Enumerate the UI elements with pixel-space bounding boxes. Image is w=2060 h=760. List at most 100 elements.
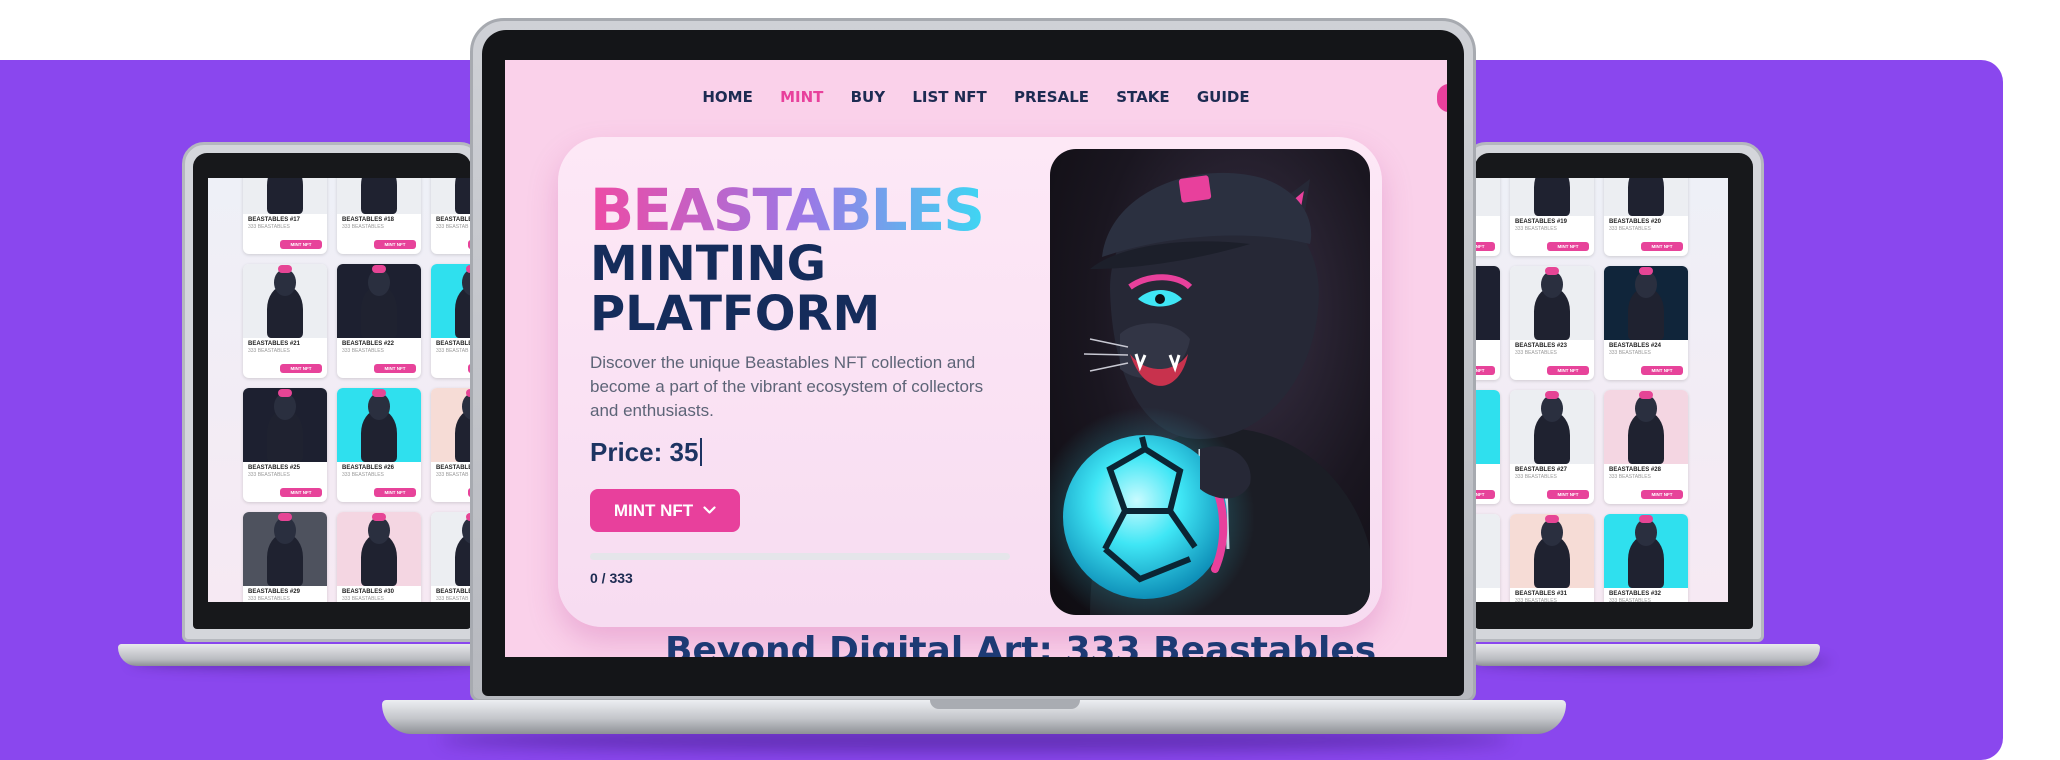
nft-card[interactable]: BEASTABLES #23 333 BEASTABLES MINT NFT [1510, 266, 1594, 380]
nft-card[interactable]: BEASTABLES #27 333 BEASTABLES MINT NFT [1510, 390, 1594, 504]
nft-card-title: BEASTABLES #22 [342, 341, 394, 347]
nft-card[interactable]: BEASTABLES #30333 BEASTABLESMINT NFT [337, 512, 421, 602]
nft-thumbnail [337, 264, 421, 338]
mint-nft-button[interactable]: MINT NFT [590, 489, 740, 532]
nft-card-mint-button[interactable]: MINT NFT [1641, 242, 1683, 251]
text-caret [700, 438, 703, 466]
title-line-2: PLATFORM [590, 286, 881, 343]
hero-description: Discover the unique Beastables NFT colle… [590, 353, 984, 420]
nav-item-stake[interactable]: STAKE [1116, 88, 1169, 106]
nft-card-title: BEASTABLES #18 [342, 217, 394, 223]
nft-card-subtitle: 333 BEASTABLES [1609, 598, 1651, 602]
nft-thumbnail [243, 512, 327, 586]
beast-figure [266, 513, 304, 586]
nft-card[interactable]: BEASTABLES #25 333 BEASTABLES MINT NFT [243, 388, 327, 502]
nav-item-mint[interactable]: MINT [780, 88, 823, 106]
beast-figure [360, 265, 398, 338]
nft-thumbnail [1510, 514, 1594, 588]
nav-item-presale[interactable]: PRESALE [1014, 88, 1089, 106]
nav-item-guide[interactable]: GUIDE [1197, 88, 1250, 106]
nft-card-mint-button[interactable]: MINT NFT [1641, 366, 1683, 375]
nft-card-subtitle: 333 BEASTABLES [1609, 226, 1651, 232]
nft-card-mint-button[interactable]: MINT NFT [1547, 366, 1589, 375]
mint-progress-label: 0 / 333 [590, 570, 633, 586]
nft-card[interactable]: BEASTABLES #21 333 BEASTABLES MINT NFT [243, 264, 327, 378]
nft-card[interactable]: BEASTABLES #28 333 BEASTABLES MINT NFT [1604, 390, 1688, 504]
nft-card-mint-button[interactable]: MINT NFT [280, 364, 322, 373]
nft-card-mint-button[interactable]: MINT NFT [1547, 242, 1589, 251]
beast-figure [360, 389, 398, 462]
beast-figure [1627, 515, 1665, 588]
nft-thumbnail [243, 264, 327, 338]
nft-card[interactable]: BEASTABLES #32333 BEASTABLESMINT NFT [1604, 514, 1688, 602]
nft-card-subtitle: 333 BEASTABLES [248, 472, 290, 478]
nft-card-title: BEASTABLES #23 [1515, 343, 1567, 349]
nft-card-mint-button[interactable]: MINT NFT [280, 488, 322, 497]
nav-item-buy[interactable]: BUY [851, 88, 885, 106]
nft-card-mint-button[interactable]: MINT NFT [1547, 490, 1589, 499]
panther-illustration [1050, 172, 1370, 615]
nft-thumbnail [1510, 266, 1594, 340]
nft-card-title: BEASTABLES #31 [1515, 591, 1567, 597]
nft-card[interactable]: BEASTABLES #26 333 BEASTABLES MINT NFT [337, 388, 421, 502]
nft-thumbnail [243, 388, 327, 462]
nft-card-title: BEASTABLES #29 [248, 589, 300, 595]
right-laptop-base [1464, 644, 1820, 666]
beast-figure [266, 389, 304, 462]
nft-thumbnail [243, 178, 327, 214]
beast-figure [1627, 391, 1665, 464]
left-laptop-screen: BEASTABLES #17 333 BEASTABLES MINT NFT BEAS… [208, 178, 482, 602]
beast-figure [266, 178, 304, 214]
nft-card-title: BEASTABLES #27 [1515, 467, 1567, 473]
nft-thumbnail [1604, 266, 1688, 340]
nft-card[interactable]: BEASTABLES #19 333 BEASTABLES MINT NFT [1510, 178, 1594, 256]
nft-card-mint-button[interactable]: MINT NFT [374, 240, 416, 249]
nft-card[interactable]: BEASTABLES #20 333 BEASTABLES MINT NFT [1604, 178, 1688, 256]
nft-card-title: BEASTABLES #32 [1609, 591, 1661, 597]
nft-thumbnail [1604, 390, 1688, 464]
nft-thumbnail [337, 512, 421, 586]
nft-card-title: BEASTABLES #19 [1515, 219, 1567, 225]
nft-card-title: BEASTABLES #17 [248, 217, 300, 223]
beast-figure [1533, 515, 1571, 588]
beast-figure [1627, 178, 1665, 216]
nav-item-home[interactable]: HOME [702, 88, 752, 106]
nft-thumbnail [337, 178, 421, 214]
nav-item-list-nft[interactable]: LIST NFT [912, 88, 986, 106]
nft-card-title: BEASTABLES #28 [1609, 467, 1661, 473]
mint-progress-bar [590, 553, 1010, 560]
nft-thumbnail [1510, 178, 1594, 216]
nft-card-mint-button[interactable]: MINT NFT [374, 488, 416, 497]
nft-card[interactable]: BEASTABLES #24 333 BEASTABLES MINT NFT [1604, 266, 1688, 380]
nft-card[interactable]: BEASTABLES #29333 BEASTABLESMINT NFT [243, 512, 327, 602]
nft-card[interactable]: BEASTABLES #18 333 BEASTABLES MINT NFT [337, 178, 421, 254]
page-title: MINTING PLATFORM [590, 239, 1010, 340]
nft-card-subtitle: 333 BEASTABLES [1515, 474, 1557, 480]
beast-figure [1627, 267, 1665, 340]
connect-wallet-button[interactable] [1437, 84, 1447, 112]
top-navigation: HOME MINT BUY LIST NFT PRESALE STAKE GUI… [505, 88, 1447, 106]
mint-hero-card: BEASTABLES MINTING PLATFORM Discover the… [558, 137, 1382, 627]
nft-card-subtitle: 333 BEASTABLES [1515, 598, 1557, 602]
nft-card-mint-button[interactable]: MINT NFT [280, 240, 322, 249]
nft-card[interactable]: BEASTABLES #31333 BEASTABLESMINT NFT [1510, 514, 1594, 602]
nft-card[interactable]: BEASTABLES #17 333 BEASTABLES MINT NFT [243, 178, 327, 254]
nft-card-subtitle: 333 BEASTABLES [342, 596, 384, 602]
beast-figure [1533, 391, 1571, 464]
nft-card-title: BEASTABLES #24 [1609, 343, 1661, 349]
nft-card-subtitle: 333 BEASTABLES [1515, 226, 1557, 232]
nft-card-subtitle: 333 BEASTABLES [1609, 474, 1651, 480]
beast-figure [266, 265, 304, 338]
nft-card-title: BEASTABLES #25 [248, 465, 300, 471]
nft-card-mint-button[interactable]: MINT NFT [374, 364, 416, 373]
beast-figure [360, 513, 398, 586]
nft-thumbnail [1510, 390, 1594, 464]
nft-card-subtitle: 333 BEASTABLES [342, 224, 384, 230]
nft-card-subtitle: 333 BEASTABLES [248, 348, 290, 354]
price-field[interactable]: Price: 35 [590, 437, 703, 468]
beast-figure [1533, 267, 1571, 340]
mint-button-label: MINT NFT [613, 500, 694, 520]
nft-card-mint-button[interactable]: MINT NFT [1641, 490, 1683, 499]
price-text: Price: 35 [590, 437, 699, 467]
nft-card[interactable]: BEASTABLES #22 333 BEASTABLES MINT NFT [337, 264, 421, 378]
